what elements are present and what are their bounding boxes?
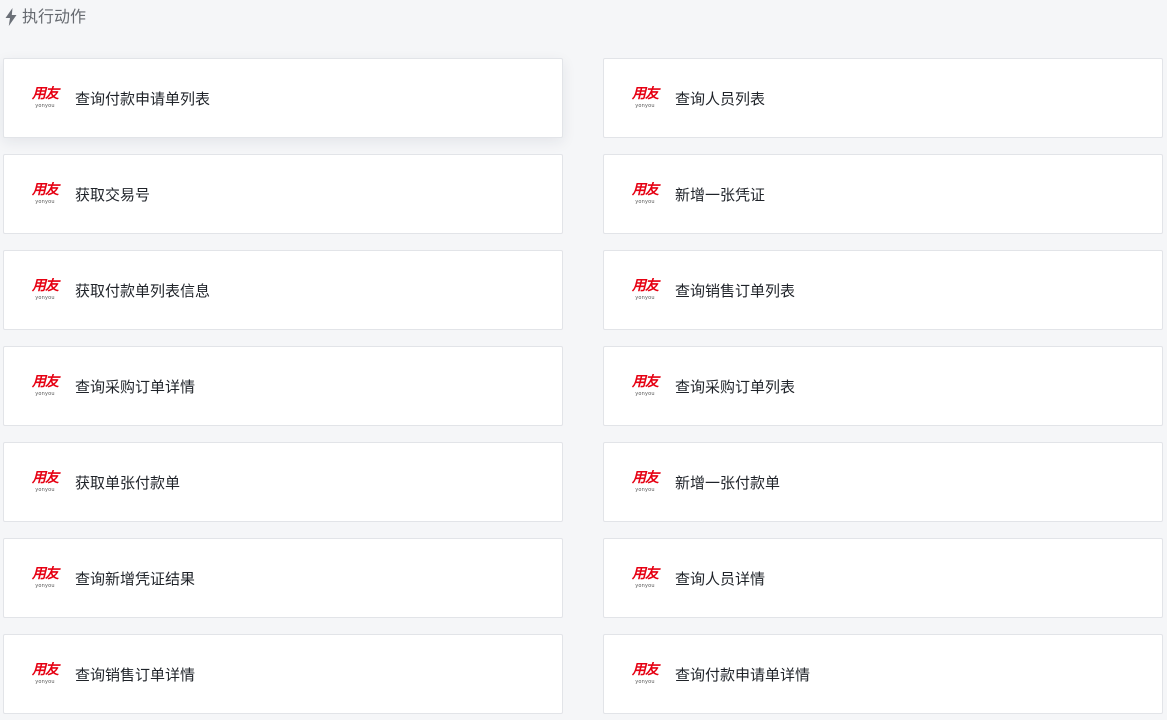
logo-sub-text: yonyou	[635, 295, 655, 301]
action-card[interactable]: 用友 yonyou 获取交易号	[3, 154, 563, 234]
yonyou-logo: 用友 yonyou	[628, 660, 662, 688]
yonyou-logo: 用友 yonyou	[628, 180, 662, 208]
logo-sub-text: yonyou	[635, 487, 655, 493]
action-card[interactable]: 用友 yonyou 查询人员列表	[603, 58, 1163, 138]
action-label: 查询付款申请单列表	[75, 89, 211, 108]
logo-sub-text: yonyou	[635, 103, 655, 109]
action-label: 获取付款单列表信息	[75, 281, 211, 300]
action-card[interactable]: 用友 yonyou 查询新增凭证结果	[3, 538, 563, 618]
action-label: 查询销售订单详情	[75, 665, 196, 684]
page: 执行动作 用友 yonyou 查询付款申请单列表 用友 yonyou 查询人员列…	[0, 0, 1167, 720]
logo-main-text: 用友	[632, 662, 659, 678]
action-label: 查询采购订单列表	[675, 377, 796, 396]
logo-sub-text: yonyou	[35, 391, 55, 397]
action-card[interactable]: 用友 yonyou 查询付款申请单列表	[3, 58, 563, 138]
logo-main-text: 用友	[632, 86, 659, 102]
lightning-bolt-icon	[2, 6, 19, 28]
section-title: 执行动作	[22, 7, 87, 26]
logo-sub-text: yonyou	[35, 295, 55, 301]
yonyou-logo: 用友 yonyou	[628, 564, 662, 592]
logo-main-text: 用友	[632, 566, 659, 582]
logo-main-text: 用友	[32, 662, 59, 678]
yonyou-logo: 用友 yonyou	[28, 660, 62, 688]
action-label: 查询采购订单详情	[75, 377, 196, 396]
action-grid: 用友 yonyou 查询付款申请单列表 用友 yonyou 查询人员列表 用友 …	[3, 58, 1163, 714]
action-label: 新增一张付款单	[675, 473, 781, 492]
action-card[interactable]: 用友 yonyou 查询销售订单详情	[3, 634, 563, 714]
action-card[interactable]: 用友 yonyou 新增一张凭证	[603, 154, 1163, 234]
yonyou-logo: 用友 yonyou	[628, 468, 662, 496]
logo-main-text: 用友	[632, 278, 659, 294]
action-label: 查询销售订单列表	[675, 281, 796, 300]
yonyou-logo: 用友 yonyou	[28, 276, 62, 304]
action-label: 获取单张付款单	[75, 473, 181, 492]
logo-sub-text: yonyou	[35, 583, 55, 589]
logo-sub-text: yonyou	[635, 391, 655, 397]
action-card[interactable]: 用友 yonyou 查询销售订单列表	[603, 250, 1163, 330]
logo-sub-text: yonyou	[35, 679, 55, 685]
action-label: 获取交易号	[75, 185, 151, 204]
action-label: 查询人员列表	[675, 89, 766, 108]
action-label: 查询人员详情	[675, 569, 766, 588]
logo-main-text: 用友	[632, 470, 659, 486]
logo-sub-text: yonyou	[635, 679, 655, 685]
yonyou-logo: 用友 yonyou	[28, 564, 62, 592]
section-header: 执行动作	[2, 5, 86, 29]
action-card[interactable]: 用友 yonyou 获取单张付款单	[3, 442, 563, 522]
logo-main-text: 用友	[32, 566, 59, 582]
logo-sub-text: yonyou	[635, 583, 655, 589]
yonyou-logo: 用友 yonyou	[28, 468, 62, 496]
logo-main-text: 用友	[32, 86, 59, 102]
yonyou-logo: 用友 yonyou	[628, 276, 662, 304]
action-card[interactable]: 用友 yonyou 查询采购订单详情	[3, 346, 563, 426]
action-card[interactable]: 用友 yonyou 新增一张付款单	[603, 442, 1163, 522]
logo-main-text: 用友	[32, 278, 59, 294]
action-label: 查询新增凭证结果	[75, 569, 196, 588]
logo-main-text: 用友	[632, 374, 659, 390]
logo-sub-text: yonyou	[35, 103, 55, 109]
action-card[interactable]: 用友 yonyou 查询付款申请单详情	[603, 634, 1163, 714]
action-card[interactable]: 用友 yonyou 查询采购订单列表	[603, 346, 1163, 426]
logo-main-text: 用友	[32, 470, 59, 486]
logo-sub-text: yonyou	[635, 199, 655, 205]
action-card[interactable]: 用友 yonyou 查询人员详情	[603, 538, 1163, 618]
yonyou-logo: 用友 yonyou	[628, 372, 662, 400]
action-label: 查询付款申请单详情	[675, 665, 811, 684]
yonyou-logo: 用友 yonyou	[28, 180, 62, 208]
logo-main-text: 用友	[32, 182, 59, 198]
yonyou-logo: 用友 yonyou	[628, 84, 662, 112]
action-card[interactable]: 用友 yonyou 获取付款单列表信息	[3, 250, 563, 330]
action-label: 新增一张凭证	[675, 185, 766, 204]
logo-main-text: 用友	[632, 182, 659, 198]
logo-main-text: 用友	[32, 374, 59, 390]
yonyou-logo: 用友 yonyou	[28, 372, 62, 400]
yonyou-logo: 用友 yonyou	[28, 84, 62, 112]
logo-sub-text: yonyou	[35, 487, 55, 493]
logo-sub-text: yonyou	[35, 199, 55, 205]
